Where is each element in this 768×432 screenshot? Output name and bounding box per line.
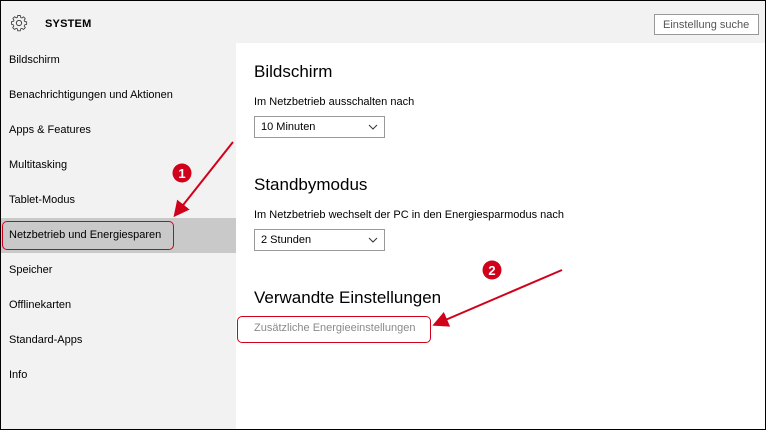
window-frame [0, 0, 766, 430]
